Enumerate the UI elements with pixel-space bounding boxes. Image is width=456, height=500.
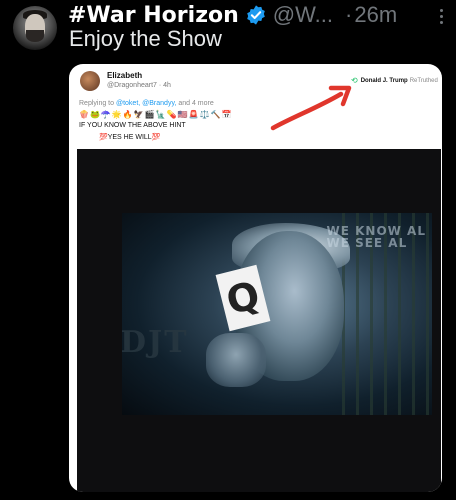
red-arrow-annotation <box>270 85 352 131</box>
post-header: #War Horizon @W... · 26m <box>68 2 446 28</box>
replying-to: Replying to @toket, @Brandyy, and 4 more <box>79 100 214 107</box>
post-text: Enjoy the Show <box>69 26 222 51</box>
embedded-avatar <box>80 71 100 91</box>
retruth-suffix: ReTruthed <box>409 77 438 84</box>
retruth-name: Donald J. Trump <box>360 77 408 84</box>
embedded-image[interactable]: Q WE KNOW AL WE SEE AL DJT <box>77 149 441 492</box>
overlay-text: WE KNOW AL WE SEE AL <box>326 224 426 250</box>
embedded-handle-time: @Dragonheart7 · 4h <box>107 82 171 89</box>
emoji-line: 🍿🐸☂️🌟🔥🦅🎬🗽💊🇺🇸🚨⚖️🔨📅 <box>79 110 233 119</box>
artwork: Q WE KNOW AL WE SEE AL DJT <box>122 213 432 415</box>
reply-prefix: Replying to <box>79 100 115 107</box>
verified-badge-icon <box>246 5 265 25</box>
author-handle[interactable]: @W... <box>273 2 333 28</box>
author-avatar[interactable] <box>13 6 57 50</box>
reply-suffix: and 4 more <box>178 100 214 107</box>
reply-mentions: @toket, @Brandyy, <box>115 100 177 107</box>
embedded-text-line-2: 💯YES HE WILL💯 <box>99 134 161 141</box>
separator-dot: · <box>345 2 353 27</box>
embedded-text-line-1: IF YOU KNOW THE ABOVE HINT <box>79 122 186 129</box>
retruth-indicator: ⟲ Donald J. Trump ReTruthed <box>351 76 438 85</box>
embedded-screenshot[interactable]: Elizabeth @Dragonheart7 · 4h ⟲ Donald J.… <box>69 64 442 492</box>
display-name[interactable]: #War Horizon <box>68 3 239 28</box>
embedded-name: Elizabeth <box>107 71 143 80</box>
post-timestamp[interactable]: 26m <box>354 2 397 28</box>
djt-watermark: DJT <box>122 325 189 360</box>
more-options-icon[interactable] <box>434 6 448 26</box>
